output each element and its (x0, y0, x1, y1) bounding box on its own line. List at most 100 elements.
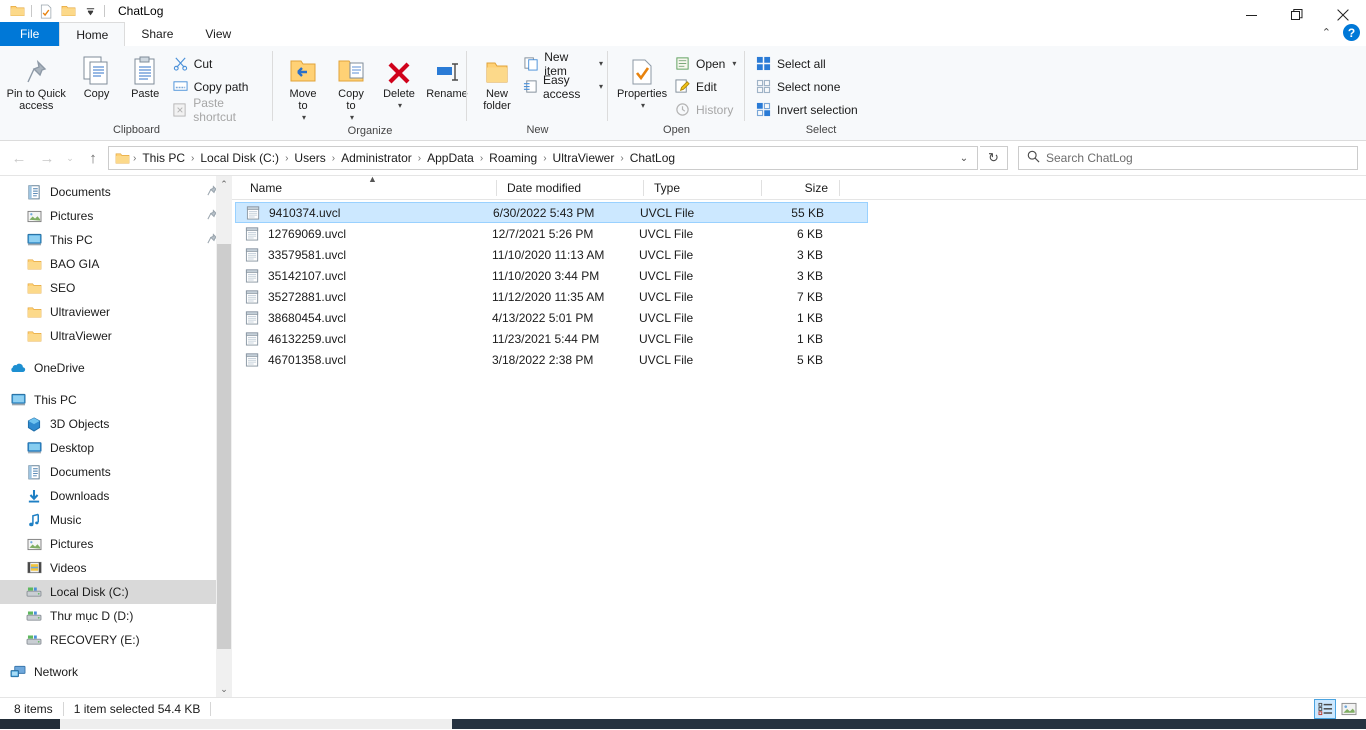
breadcrumb-roaming[interactable]: Roaming (484, 151, 542, 165)
easy-access-caret-icon[interactable]: ▾ (599, 82, 603, 91)
file-size-cell: 5 KB (796, 352, 823, 367)
breadcrumb-chatlog[interactable]: ChatLog (625, 151, 680, 165)
properties-button[interactable]: Properties ▾ (612, 52, 672, 112)
nav-scroll-up-button[interactable]: ⌃ (216, 176, 232, 192)
tab-view[interactable]: View (189, 22, 247, 46)
breadcrumb-local-disk-c[interactable]: Local Disk (C:) (195, 151, 284, 165)
column-header-type[interactable]: Type (644, 176, 762, 200)
sidebar-item-network[interactable]: Network (0, 660, 232, 684)
breadcrumb-users[interactable]: Users (289, 151, 330, 165)
nav-scroll-thumb[interactable] (217, 244, 231, 649)
pin-to-quick-access-button[interactable]: Pin to Quick access (0, 52, 73, 112)
rename-button[interactable]: Rename (423, 52, 471, 100)
select-none-label: Select none (777, 79, 841, 94)
delete-caret-icon[interactable]: ▾ (398, 100, 402, 112)
properties-icon (630, 52, 654, 86)
collapse-ribbon-icon[interactable]: ⌃ (1322, 26, 1331, 39)
sidebar-item-local-disk-c[interactable]: Local Disk (C:) (0, 580, 232, 604)
sidebar-item-this-pc[interactable]: This PC (0, 228, 232, 252)
table-row[interactable]: 35142107.uvcl 11/10/2020 3:44 PM UVCL File… (235, 265, 1363, 286)
qat-customize-dropdown[interactable] (79, 1, 101, 21)
copy-path-button[interactable]: Copy path (170, 76, 273, 97)
move-to-caret-icon[interactable]: ▾ (302, 112, 306, 124)
cut-button[interactable]: Cut (170, 53, 273, 74)
search-input[interactable]: Search ChatLog (1046, 151, 1133, 165)
sidebar-item-pictures[interactable]: Pictures (0, 204, 232, 228)
up-button[interactable]: ↑ (80, 145, 106, 171)
open-caret-icon[interactable]: ▾ (732, 59, 736, 68)
table-row[interactable]: 38680454.uvcl 4/13/2022 5:01 PM UVCL File 1… (235, 307, 1363, 328)
recent-locations-button[interactable]: ⌄ (62, 145, 78, 171)
table-row[interactable]: 35272881.uvcl 11/12/2020 11:35 AM UVCL Fil… (235, 286, 1363, 307)
sidebar-item-this-pc[interactable]: This PC (0, 388, 232, 412)
copy-to-caret-icon[interactable]: ▾ (350, 112, 354, 124)
tab-share[interactable]: Share (125, 22, 189, 46)
sidebar-item-ultraviewer[interactable]: Ultraviewer (0, 300, 232, 324)
sidebar-item-desktop[interactable]: Desktop (0, 436, 232, 460)
refresh-button[interactable]: ↻ (980, 146, 1008, 170)
easy-access-button[interactable]: Easy access ▾ (521, 73, 608, 101)
copy-to-button[interactable]: Copy to ▾ (327, 52, 375, 124)
sidebar-item-documents[interactable]: Documents (0, 460, 232, 484)
tab-home[interactable]: Home (59, 22, 126, 46)
taskbar-search-region[interactable] (60, 719, 452, 729)
sidebar-item-onedrive[interactable]: OneDrive (0, 356, 232, 380)
sidebar-item-3d-objects[interactable]: 3D Objects (0, 412, 232, 436)
breadcrumb-appdata[interactable]: AppData (422, 151, 479, 165)
select-all-button[interactable]: Select all (753, 53, 863, 74)
forward-button[interactable]: → (34, 145, 60, 171)
properties-caret-icon[interactable]: ▾ (641, 100, 645, 112)
sidebar-item-documents[interactable]: Documents (0, 180, 232, 204)
taskbar-start-region[interactable] (0, 719, 60, 729)
sidebar-item-bao-gia[interactable]: BAO GIA (0, 252, 232, 276)
history-button[interactable]: History (672, 99, 741, 120)
back-button[interactable]: ← (6, 145, 32, 171)
new-item-caret-icon[interactable]: ▾ (599, 59, 603, 68)
qat-properties-icon[interactable] (35, 1, 57, 21)
breadcrumb-this-pc[interactable]: This PC (137, 151, 190, 165)
taskbar-apps-region[interactable] (452, 719, 1366, 729)
sidebar-item-recovery-e[interactable]: RECOVERY (E:) (0, 628, 232, 652)
sidebar-item-pictures[interactable]: Pictures (0, 532, 232, 556)
copy-button[interactable]: Copy (73, 52, 121, 100)
new-folder-button[interactable]: New folder (473, 52, 521, 112)
open-button[interactable]: Open ▾ (672, 53, 741, 74)
paste-shortcut-button[interactable]: Paste shortcut (170, 96, 273, 124)
large-icons-view-button[interactable] (1338, 699, 1360, 719)
address-dropdown-icon[interactable]: ⌄ (953, 147, 975, 169)
table-row[interactable]: 46701358.uvcl 3/18/2022 2:38 PM UVCL File 5… (235, 349, 1363, 370)
nav-scroll-down-button[interactable]: ⌄ (216, 681, 232, 697)
sidebar-item-ultraviewer[interactable]: UltraViewer (0, 324, 232, 348)
navigation-scrollbar[interactable]: ⌃ ⌄ (216, 176, 232, 697)
delete-button[interactable]: Delete ▾ (375, 52, 423, 112)
search-box[interactable]: Search ChatLog (1018, 146, 1358, 170)
table-row[interactable]: 12769069.uvcl 12/7/2021 5:26 PM UVCL File 6… (235, 223, 1363, 244)
sidebar-item-th-m-c-d-d[interactable]: Thư mục D (D:) (0, 604, 232, 628)
sidebar-item-seo[interactable]: SEO (0, 276, 232, 300)
breadcrumb-administrator[interactable]: Administrator (336, 151, 417, 165)
sidebar-item-videos[interactable]: Videos (0, 556, 232, 580)
new-item-button[interactable]: New item ▾ (521, 50, 608, 78)
move-to-button[interactable]: Move to ▾ (279, 52, 327, 124)
table-row[interactable]: 9410374.uvcl 6/30/2022 5:43 PM UVCL File 55… (235, 202, 868, 223)
column-header-size[interactable]: Size (762, 176, 840, 200)
sidebar-item-music[interactable]: Music (0, 508, 232, 532)
table-row[interactable]: 46132259.uvcl 11/23/2021 5:44 PM UVCL File… (235, 328, 1363, 349)
table-row[interactable]: 33579581.uvcl 11/10/2020 11:13 AM UVCL Fil… (235, 244, 1363, 265)
column-header-name[interactable]: ▲ Name (240, 174, 497, 200)
breadcrumb-bar[interactable]: › This PC › Local Disk (C:) › Users › Ad… (108, 146, 978, 170)
tab-file[interactable]: File (0, 22, 60, 46)
select-none-button[interactable]: Select none (753, 76, 863, 97)
edit-button[interactable]: Edit (672, 76, 741, 97)
sidebar-item-label: Documents (50, 465, 111, 479)
column-header-date-modified[interactable]: Date modified (497, 176, 644, 200)
sidebar-item-downloads[interactable]: Downloads (0, 484, 232, 508)
paste-button[interactable]: Paste (121, 52, 170, 100)
details-view-button[interactable] (1314, 699, 1336, 719)
breadcrumb-ultraviewer[interactable]: UltraViewer (548, 151, 620, 165)
qat-new-folder-icon[interactable] (57, 1, 79, 21)
invert-selection-button[interactable]: Invert selection (753, 99, 863, 120)
help-icon[interactable]: ? (1343, 24, 1360, 41)
qat-folder-icon[interactable] (6, 1, 28, 21)
drive-icon (26, 632, 42, 648)
